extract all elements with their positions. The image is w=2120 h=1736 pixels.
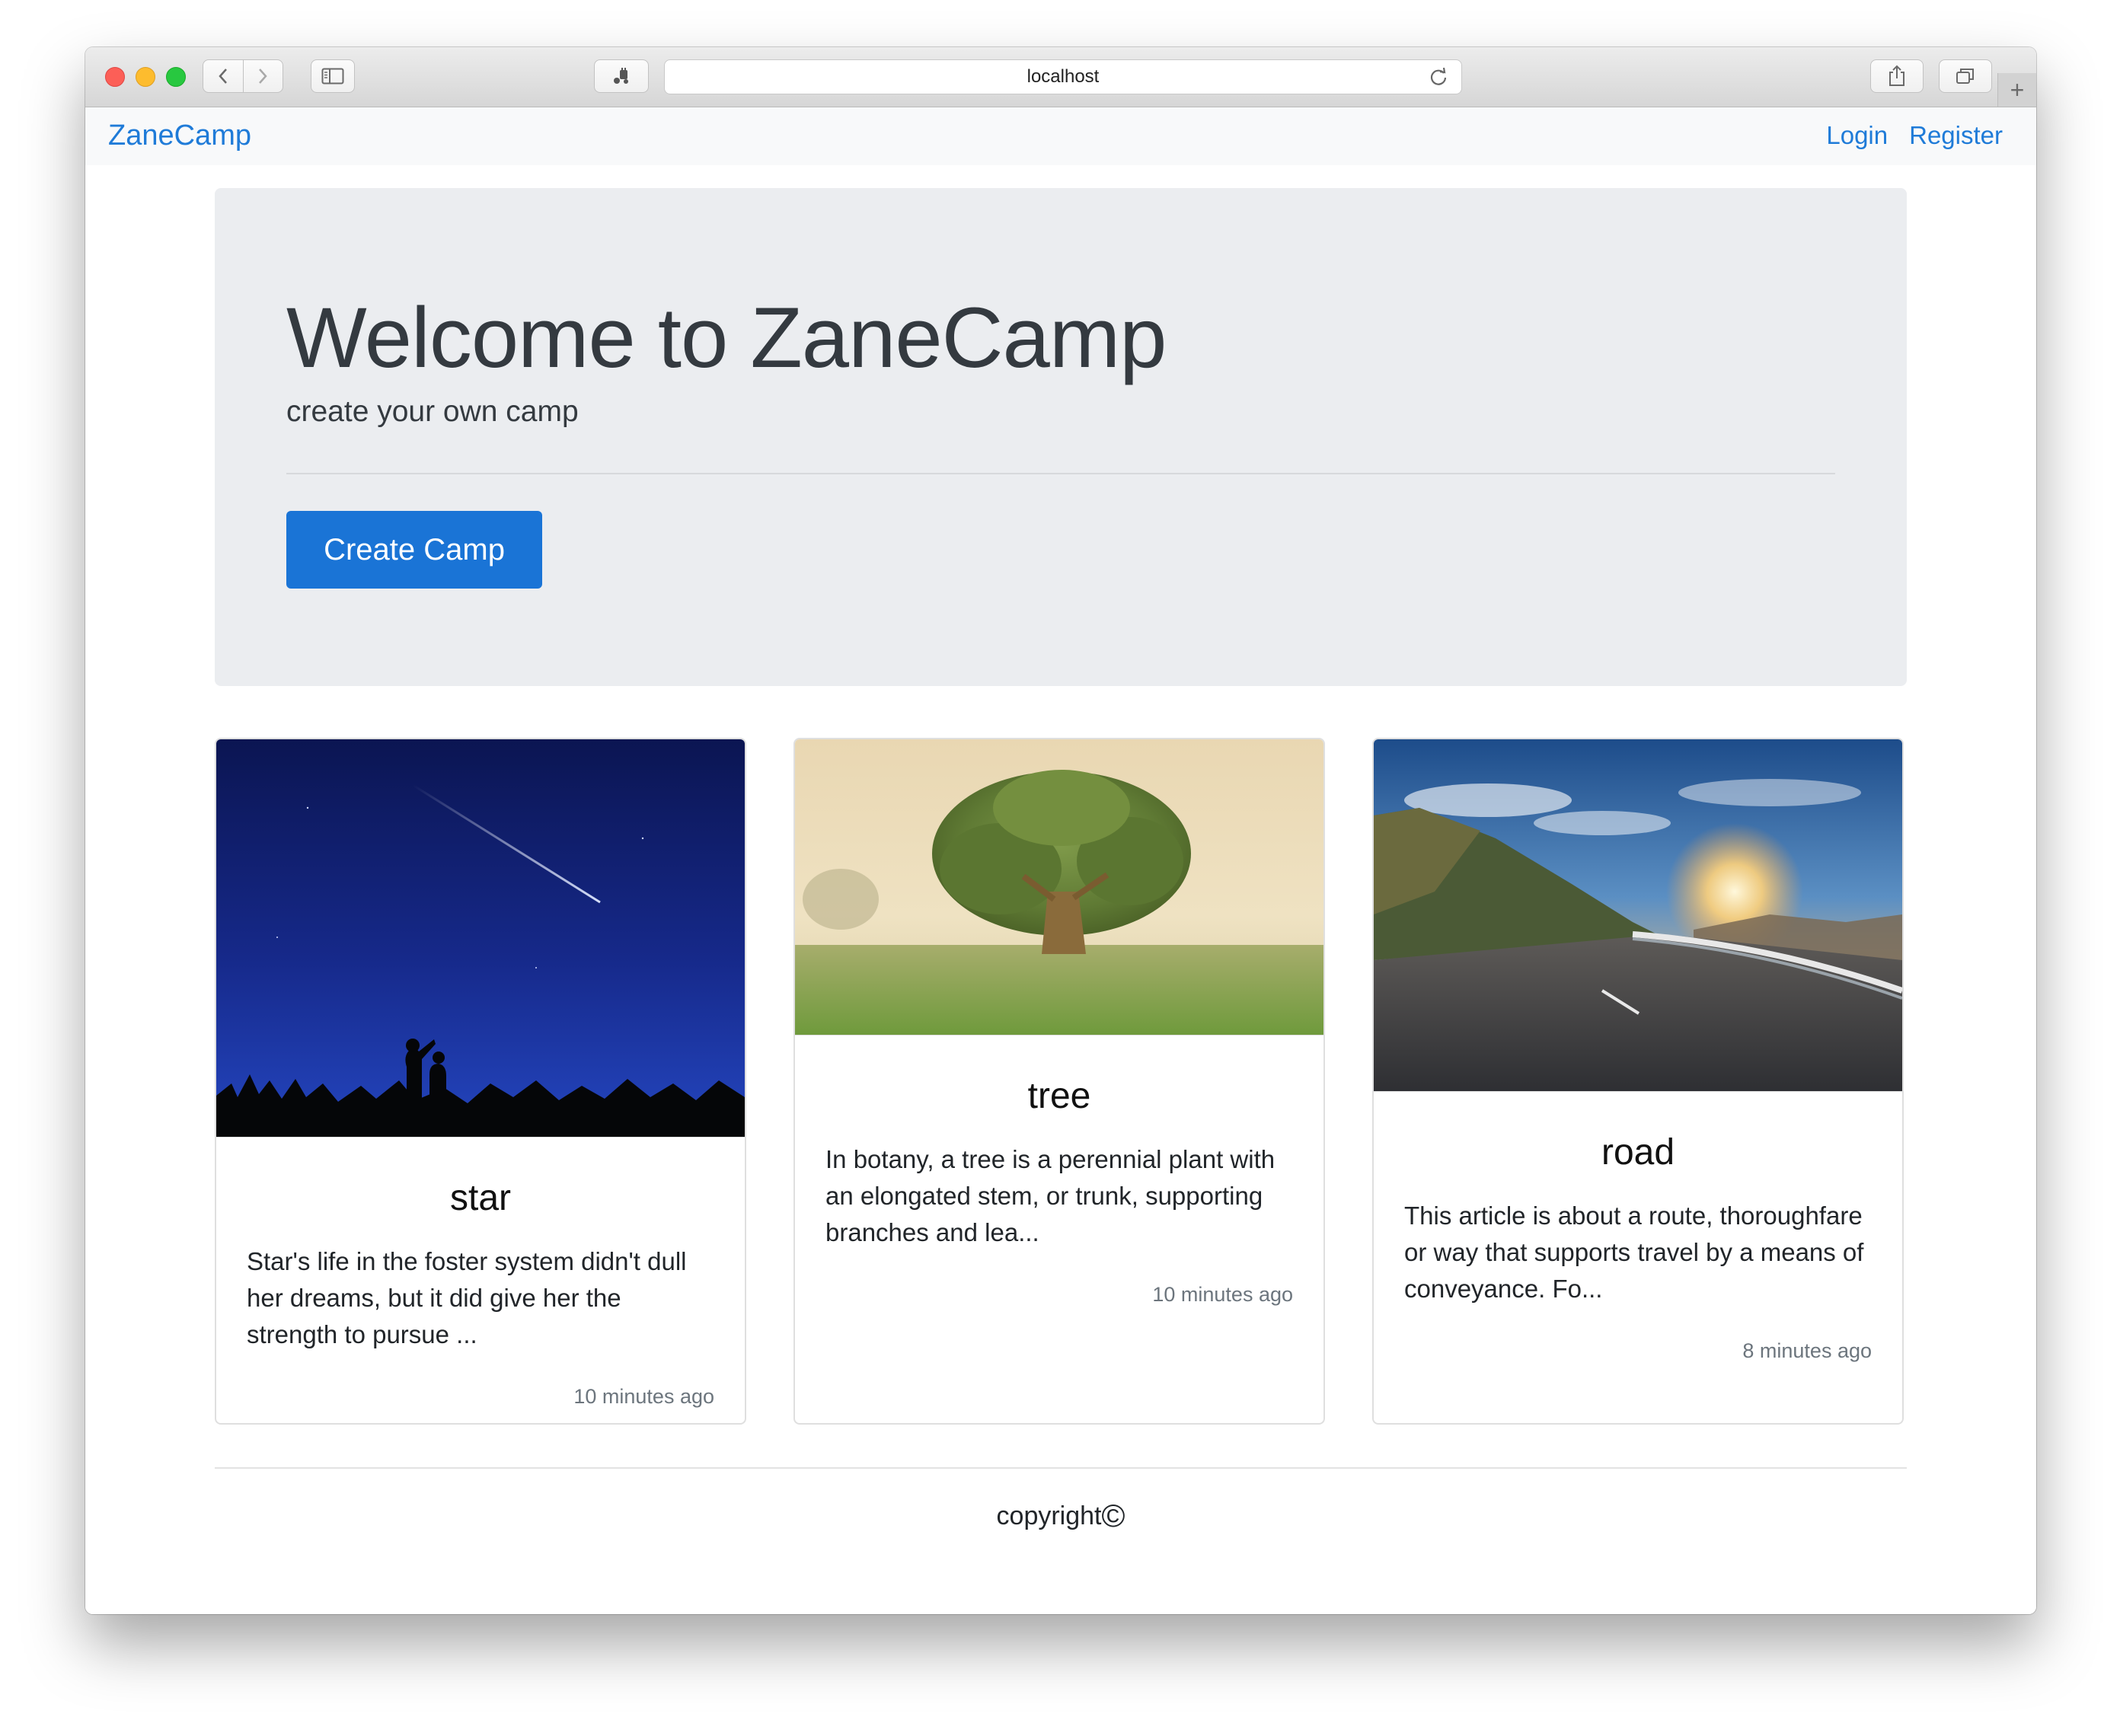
tree-image[interactable] (795, 739, 1323, 1036)
back-button[interactable] (203, 60, 243, 92)
chevron-left-icon (219, 69, 227, 84)
close-window-button[interactable] (105, 67, 125, 87)
card-text: Star's life in the foster system didn't … (247, 1247, 687, 1348)
plus-icon: + (2010, 75, 2025, 104)
footer-text: copyright (996, 1501, 1102, 1530)
footer-divider (215, 1467, 1907, 1469)
extension-button[interactable] (594, 59, 649, 93)
share-button[interactable] (1870, 59, 1924, 93)
nav-links: Login Register (1826, 121, 2003, 150)
login-link[interactable]: Login (1826, 121, 1888, 150)
card-timestamp: 10 minutes ago (573, 1385, 714, 1408)
create-camp-button[interactable]: Create Camp (286, 511, 542, 589)
card-text: In botany, a tree is a perennial plant w… (825, 1145, 1276, 1246)
camp-card-tree[interactable]: tree In botany, a tree is a perennial pl… (793, 738, 1325, 1425)
chevron-right-icon (259, 69, 267, 84)
minimize-window-button[interactable] (136, 67, 155, 87)
road-image[interactable] (1374, 739, 1902, 1092)
card-text: This article is about a route, thoroughf… (1404, 1201, 1864, 1303)
extension-icon (614, 68, 628, 84)
new-tab-button[interactable]: + (1997, 73, 2036, 107)
tabs-overview-button[interactable] (1939, 59, 1992, 93)
hero-divider (286, 473, 1835, 474)
register-link[interactable]: Register (1909, 121, 2003, 150)
copyright-icon: © (1101, 1498, 1125, 1533)
hero-jumbotron: Welcome to ZaneCamp create your own camp… (215, 188, 1907, 686)
card-title[interactable]: tree (795, 1075, 1323, 1117)
share-icon (1889, 65, 1904, 86)
url-text: localhost (1026, 66, 1100, 87)
camp-card-star[interactable]: star Star's life in the foster system di… (215, 738, 746, 1425)
address-bar[interactable]: localhost (664, 59, 1462, 94)
tabs-icon (1956, 69, 1974, 84)
site-navbar: ZaneCamp Login Register (85, 107, 2036, 165)
star-image[interactable] (216, 739, 745, 1138)
reload-button[interactable] (1428, 66, 1449, 93)
brand-link[interactable]: ZaneCamp (108, 120, 251, 152)
history-nav-group (203, 59, 283, 93)
maximize-window-button[interactable] (166, 67, 186, 87)
forward-button[interactable] (242, 60, 283, 92)
footer: copyright© (85, 1498, 2036, 1534)
camp-card-road[interactable]: road This article is about a route, thor… (1372, 738, 1904, 1425)
sidebar-toggle-button[interactable] (311, 59, 355, 93)
card-timestamp: 8 minutes ago (1742, 1339, 1872, 1362)
card-title[interactable]: star (216, 1177, 745, 1219)
sidebar-icon (321, 68, 344, 85)
web-page: ZaneCamp Login Register Welcome to ZaneC… (85, 107, 2036, 1614)
card-title[interactable]: road (1374, 1131, 1902, 1173)
browser-titlebar: localhost + (85, 47, 2036, 107)
reload-icon (1430, 67, 1447, 85)
hero-title: Welcome to ZaneCamp (286, 290, 1167, 385)
card-timestamp: 10 minutes ago (1152, 1283, 1293, 1306)
hero-subtitle: create your own camp (286, 395, 579, 428)
browser-window: localhost + ZaneCamp Login Register Welc… (85, 47, 2036, 1614)
